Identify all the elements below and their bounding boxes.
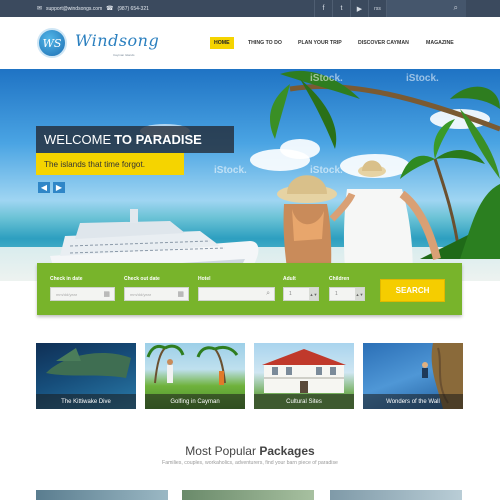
watermark: iStock. <box>310 73 343 84</box>
twitter-icon[interactable]: t <box>332 0 350 17</box>
top-search-input[interactable]: ⌕ <box>386 0 466 17</box>
packages-heading-bold: Packages <box>259 444 315 458</box>
tile-cultural-sites[interactable]: Cultural Sites <box>254 343 354 409</box>
rss-icon[interactable]: rss <box>368 0 386 17</box>
checkout-date-field[interactable]: mm/dd/year ▦ <box>124 287 189 301</box>
nav-plan-your-trip[interactable]: PLAN YOUR TRIP <box>298 37 342 49</box>
slider-next-button[interactable]: ▶ <box>53 182 65 193</box>
calendar-icon[interactable]: ▦ <box>177 290 184 298</box>
phone-contact[interactable]: ☎ (987) 654-321 <box>106 0 149 17</box>
hero-title: WELCOME TO PARADISE <box>36 126 234 153</box>
hero-title-light: WELCOME <box>44 132 112 147</box>
packages-subtitle: Families, couples, workaholics, adventur… <box>162 460 338 466</box>
tile-caption: Cultural Sites <box>254 394 354 409</box>
packages-heading: Most Popular Packages <box>0 444 500 458</box>
logo-emblem[interactable]: WS <box>37 28 67 58</box>
adult-value: 1 <box>289 291 292 297</box>
hotel-field[interactable]: ⌕ <box>198 287 275 301</box>
adult-stepper[interactable]: 1 ▲▼ <box>283 287 319 301</box>
hero-banner: iStock. iStock. iStock. iStock. <box>0 69 500 281</box>
search-button[interactable]: SEARCH <box>380 279 445 302</box>
tile-caption: Wonders of the Wall <box>363 394 463 409</box>
nav-discover-cayman[interactable]: DISCOVER CAYMAN <box>358 37 409 49</box>
watermark: iStock. <box>310 165 343 176</box>
top-bar: ✉ support@windsongs.com ☎ (987) 654-321 … <box>0 0 500 17</box>
search-icon[interactable]: ⌕ <box>266 290 270 298</box>
checkin-label: Check in date <box>50 276 83 282</box>
watermark: iStock. <box>406 73 439 84</box>
packages-heading-light: Most Popular <box>185 444 260 458</box>
hero-tagline: The islands that time forgot. <box>36 153 184 175</box>
calendar-icon[interactable]: ▦ <box>103 290 110 298</box>
logo-subtitle: Cayman Islands <box>113 53 135 57</box>
watermark: iStock. <box>214 165 247 176</box>
nav-magazine[interactable]: MAGAZINE <box>426 37 454 49</box>
email-text: support@windsongs.com <box>46 5 103 12</box>
youtube-icon[interactable]: ▶ <box>350 0 368 17</box>
stepper-arrows-icon[interactable]: ▲▼ <box>355 288 364 300</box>
nav-thing-to-do[interactable]: THING TO DO <box>248 37 282 49</box>
slider-prev-button[interactable]: ◀ <box>38 182 50 193</box>
facebook-icon[interactable]: f <box>314 0 332 17</box>
checkin-placeholder: mm/dd/year <box>56 291 78 297</box>
checkin-date-field[interactable]: mm/dd/year ▦ <box>50 287 115 301</box>
search-icon[interactable]: ⌕ <box>454 3 458 13</box>
tile-caption: Golfing in Cayman <box>145 394 245 409</box>
phone-icon: ☎ <box>106 6 114 12</box>
logo-text[interactable]: Windsong <box>75 31 159 50</box>
package-card[interactable] <box>36 490 168 500</box>
tile-caption: The Kittiwake Dive <box>36 394 136 409</box>
site-header: WS Windsong Cayman Islands HOME THING TO… <box>0 17 500 69</box>
nav-home[interactable]: HOME <box>210 37 234 49</box>
checkout-placeholder: mm/dd/year <box>130 291 152 297</box>
package-card[interactable] <box>330 490 462 500</box>
hotel-label: Hotel <box>198 276 211 282</box>
checkout-label: Check out date <box>124 276 160 282</box>
hero-title-bold: TO PARADISE <box>114 132 202 147</box>
children-stepper[interactable]: 1 ▲▼ <box>329 287 365 301</box>
couple-photo <box>277 160 441 281</box>
tile-golfing[interactable]: Golfing in Cayman <box>145 343 245 409</box>
envelope-icon: ✉ <box>37 6 43 12</box>
adult-label: Adult <box>283 276 296 282</box>
stepper-arrows-icon[interactable]: ▲▼ <box>309 288 318 300</box>
tile-wonders-wall[interactable]: Wonders of the Wall <box>363 343 463 409</box>
tile-kittiwake-dive[interactable]: The Kittiwake Dive <box>36 343 136 409</box>
children-label: Children <box>329 276 350 282</box>
package-card[interactable] <box>182 490 314 500</box>
phone-text: (987) 654-321 <box>117 5 149 12</box>
email-contact[interactable]: ✉ support@windsongs.com <box>37 0 102 17</box>
children-value: 1 <box>335 291 338 297</box>
